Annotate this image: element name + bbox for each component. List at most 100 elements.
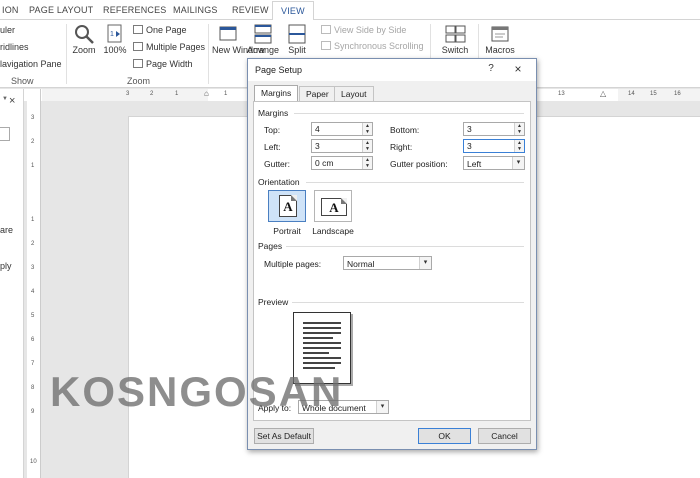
preview-line — [303, 332, 341, 334]
tab-paper[interactable]: Paper — [299, 86, 336, 101]
bottom-margin-input[interactable] — [464, 123, 514, 135]
nav-search-box[interactable] — [0, 127, 10, 141]
help-button[interactable]: ? — [484, 63, 498, 77]
tab-references[interactable]: REFERENCES — [103, 5, 167, 15]
one-page-icon — [133, 25, 143, 34]
tab-view[interactable]: VIEW — [272, 1, 314, 21]
ruler-tick: 9 — [31, 409, 35, 415]
ruler-tick: 3 — [31, 115, 35, 121]
section-divider — [292, 302, 524, 303]
svg-text:1: 1 — [110, 31, 114, 38]
section-divider — [286, 246, 524, 247]
right-indent-marker-icon[interactable]: △ — [600, 89, 606, 98]
tab-review[interactable]: REVIEW — [232, 5, 269, 15]
ruler-tick: 3 — [31, 265, 35, 271]
ruler-tick: 1 — [31, 163, 35, 169]
page-100-icon: 1 — [107, 24, 122, 43]
dialog-title-bar[interactable]: Page Setup ? × — [248, 59, 536, 81]
top-margin-input[interactable] — [312, 123, 362, 135]
multiple-pages-icon — [133, 42, 143, 51]
switch-windows-button[interactable]: Switch — [440, 23, 470, 55]
group-separator — [66, 24, 67, 84]
new-window-button[interactable]: New Window — [212, 23, 265, 55]
arrange-all-button[interactable]: Arrange — [247, 23, 279, 55]
preview-line — [303, 342, 341, 344]
gutter-position-select[interactable]: Left ▾ — [463, 156, 525, 170]
gutter-label: Gutter: — [264, 159, 290, 169]
bottom-margin-field[interactable]: ▲▼ — [463, 122, 525, 136]
view-side-by-side-button[interactable]: View Side by Side — [321, 25, 406, 35]
navigation-pane-checkbox[interactable]: lavigation Pane — [0, 59, 62, 69]
ruler-tick: 2 — [31, 139, 35, 145]
nav-dropdown-icon[interactable]: ▼ — [2, 96, 8, 102]
portrait-option[interactable]: A — [268, 190, 306, 222]
page-width-button[interactable]: Page Width — [133, 59, 193, 69]
set-as-default-button[interactable]: Set As Default — [254, 428, 314, 444]
multiple-pages-select[interactable]: Normal ▾ — [343, 256, 432, 270]
magnifier-icon — [75, 25, 94, 44]
ruler-tick: 2 — [150, 91, 154, 97]
orientation-heading: Orientation — [258, 177, 300, 187]
tab-layout[interactable]: Layout — [334, 86, 374, 101]
multiple-pages-label: Multiple pages: — [264, 259, 322, 269]
ruler-tick: 6 — [31, 337, 35, 343]
preview-line — [303, 352, 329, 354]
gutter-field[interactable]: ▲▼ — [311, 156, 373, 170]
ruler-tick: 13 — [558, 91, 565, 97]
right-margin-label: Right: — [390, 142, 413, 152]
ok-button[interactable]: OK — [418, 428, 471, 444]
preview-line — [303, 327, 341, 329]
ruler-tick: 3 — [126, 91, 130, 97]
spin-arrows-icon[interactable]: ▲ ▼ — [514, 123, 524, 135]
ruler-tick: 15 — [650, 91, 657, 97]
ruler-checkbox[interactable]: uler — [0, 25, 15, 35]
multiple-pages-button[interactable]: Multiple Pages — [133, 42, 205, 52]
synchronous-scrolling-button[interactable]: Synchronous Scrolling — [321, 41, 424, 51]
landscape-label: Landscape — [312, 226, 354, 236]
left-margin-field[interactable]: ▲▼ — [311, 139, 373, 153]
watermark: KOSNGOSAN — [50, 368, 344, 415]
pages-heading: Pages — [258, 241, 283, 251]
macros-button[interactable]: Macros — [484, 23, 516, 55]
spin-arrows-icon[interactable]: ▲ ▼ — [362, 157, 372, 169]
bottom-margin-label: Bottom: — [390, 125, 420, 135]
zoom-100-button[interactable]: 1 100% — [101, 23, 129, 55]
spin-arrows-icon[interactable]: ▲ ▼ — [362, 123, 372, 135]
indent-marker-icon[interactable]: ⌂ — [204, 89, 209, 98]
navigation-pane: ▼ × are ply — [0, 89, 24, 478]
tab-mailings[interactable]: MAILINGS — [173, 5, 218, 15]
spin-arrows-icon[interactable]: ▲ ▼ — [514, 140, 524, 152]
tab-margins[interactable]: Margins — [254, 85, 299, 102]
one-page-button[interactable]: One Page — [133, 25, 187, 35]
ruler-tick: 10 — [30, 459, 37, 465]
preview-heading: Preview — [258, 297, 289, 307]
gutter-input[interactable] — [312, 157, 362, 169]
split-button[interactable]: Split — [283, 23, 311, 55]
nav-close-icon[interactable]: × — [9, 95, 15, 107]
left-margin-input[interactable] — [312, 140, 362, 152]
top-margin-field[interactable]: ▲▼ — [311, 122, 373, 136]
ruler-tick: 5 — [31, 313, 35, 319]
chevron-down-icon: ▾ — [376, 401, 388, 413]
right-margin-input[interactable] — [464, 140, 514, 152]
gutter-position-label: Gutter position: — [390, 159, 448, 169]
arrange-icon — [254, 24, 272, 44]
tab-insertion[interactable]: ION — [2, 5, 19, 15]
ruler-tick: 16 — [674, 91, 681, 97]
landscape-page-icon: A — [321, 198, 347, 216]
right-margin-field[interactable]: ▲▼ — [463, 139, 525, 153]
switch-windows-icon — [445, 25, 466, 43]
preview-line — [303, 337, 333, 339]
zoom-button[interactable]: Zoom — [70, 23, 98, 55]
tab-page-layout[interactable]: PAGE LAYOUT — [29, 5, 93, 15]
close-icon[interactable]: × — [510, 62, 526, 78]
ruler-tick: 1 — [175, 91, 179, 97]
cancel-button[interactable]: Cancel — [478, 428, 531, 444]
section-divider — [306, 182, 524, 183]
new-window-icon — [219, 26, 237, 41]
nav-text-fragment: ply — [0, 261, 12, 271]
vertical-ruler[interactable]: 3 2 1 1 2 3 4 5 6 7 8 9 10 — [27, 89, 41, 478]
gridlines-checkbox[interactable]: ridlines — [0, 42, 29, 52]
landscape-option[interactable]: A — [314, 190, 352, 222]
spin-arrows-icon[interactable]: ▲ ▼ — [362, 140, 372, 152]
